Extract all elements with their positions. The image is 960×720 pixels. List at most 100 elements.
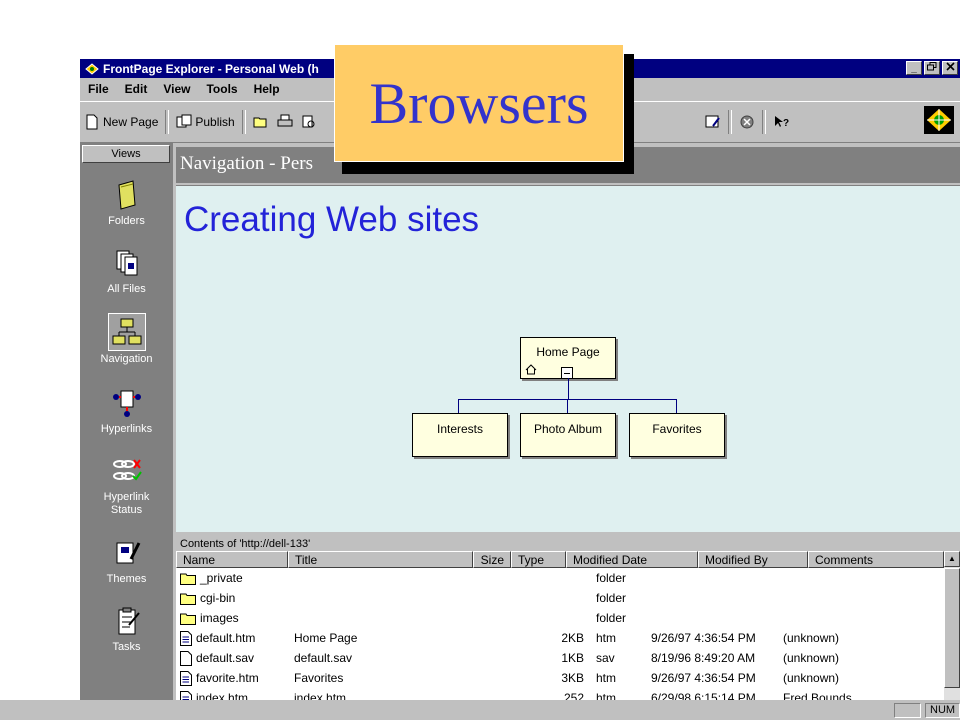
hyperlink-status-icon: [112, 459, 142, 481]
column-header-size[interactable]: Size: [473, 551, 511, 568]
table-row[interactable]: images folder: [176, 608, 944, 628]
file-name: favorite.htm: [196, 671, 259, 685]
menu-view[interactable]: View: [155, 82, 198, 96]
all-files-icon: [116, 250, 137, 276]
views-header: Views: [82, 145, 170, 163]
page-box-favorites[interactable]: Favorites: [629, 413, 725, 457]
cell-name: cgi-bin: [176, 591, 288, 605]
editor-icon: [705, 115, 720, 128]
cell-name: images: [176, 611, 288, 625]
view-tasks[interactable]: Tasks: [80, 605, 173, 653]
page-box-interests[interactable]: Interests: [412, 413, 508, 457]
cell-modified-by: (unknown): [783, 651, 840, 665]
cell-name: _private: [176, 571, 288, 585]
table-row[interactable]: _private folder: [176, 568, 944, 588]
cell-size: 2KB: [561, 631, 584, 645]
open-button[interactable]: [249, 109, 273, 135]
show-editor-button[interactable]: [701, 109, 725, 135]
table-row[interactable]: default.htm Home Page 2KB htm 9/26/97 4:36:5…: [176, 628, 944, 648]
status-num: NUM: [925, 703, 960, 718]
view-label: Hyperlinks: [100, 423, 153, 435]
view-hyperlinks[interactable]: Hyperlinks: [80, 387, 173, 435]
column-header-type[interactable]: Type: [511, 551, 566, 568]
contents-pane: Contents of 'http://dell-133' Name Title…: [176, 535, 960, 720]
column-header-title[interactable]: Title: [288, 551, 473, 568]
cell-modified-by: (unknown): [783, 631, 840, 645]
page-box-photo-album[interactable]: Photo Album: [520, 413, 616, 457]
file-name: default.htm: [196, 631, 256, 645]
contents-caption: Contents of 'http://dell-133': [180, 538, 311, 550]
menu-edit[interactable]: Edit: [117, 82, 156, 96]
new-page-icon: [86, 114, 98, 130]
tree-connector: [458, 399, 459, 413]
htm-icon: [180, 630, 192, 646]
minimize-button[interactable]: _: [906, 61, 922, 75]
print-preview-button[interactable]: [297, 109, 321, 135]
toolbar-separator: [761, 110, 766, 134]
page-label: Photo Album: [533, 422, 603, 436]
tree-connector: [676, 399, 677, 413]
collapse-toggle[interactable]: [561, 367, 573, 379]
page-label: Favorites: [652, 422, 702, 436]
home-page-box[interactable]: Home Page: [520, 337, 616, 379]
file-name: images: [200, 611, 239, 625]
stop-icon: [740, 115, 754, 129]
cell-size: 3KB: [561, 671, 584, 685]
view-themes[interactable]: Themes: [80, 537, 173, 585]
scroll-up-button[interactable]: ▲: [944, 551, 960, 567]
table-row[interactable]: default.sav default.sav 1KB sav 8/19/96 8:49…: [176, 648, 944, 668]
print-preview-icon: [302, 115, 315, 128]
column-header-modified-date[interactable]: Modified Date: [566, 551, 698, 568]
column-header-modified-by[interactable]: Modified By: [698, 551, 808, 568]
file-name: default.sav: [196, 651, 255, 665]
window-controls: _: [904, 61, 958, 75]
cell-type: htm: [596, 671, 617, 685]
cell-title: Favorites: [294, 671, 344, 685]
menu-help[interactable]: Help: [246, 82, 288, 96]
menu-tools[interactable]: Tools: [198, 82, 245, 96]
view-hyperlink-status[interactable]: Hyperlink Status: [80, 455, 173, 517]
restore-button[interactable]: [924, 61, 940, 75]
print-button[interactable]: [273, 109, 297, 135]
column-header-comments[interactable]: Comments: [808, 551, 944, 568]
folder-icon: [180, 592, 196, 605]
toolbar-separator: [727, 110, 732, 134]
folder-icon: [180, 572, 196, 585]
view-folders[interactable]: Folders: [80, 179, 173, 227]
menu-file[interactable]: File: [80, 82, 117, 96]
table-row[interactable]: cgi-bin folder: [176, 588, 944, 608]
vertical-scrollbar[interactable]: ▲ ▼: [944, 551, 960, 720]
tasks-icon: [118, 607, 140, 635]
publish-icon: [176, 114, 192, 128]
view-label: Hyperlink Status: [103, 491, 150, 516]
close-button[interactable]: [942, 61, 958, 75]
view-navigation[interactable]: Navigation: [80, 313, 173, 365]
home-page-label: Home Page: [536, 345, 600, 359]
new-page-button[interactable]: New Page: [80, 109, 162, 135]
navigation-title: Creating Web sites: [184, 200, 480, 239]
table-row[interactable]: favorite.htm Favorites 3KB htm 9/26/97 4:36:…: [176, 668, 944, 688]
view-label: Tasks: [112, 641, 141, 653]
file-name: _private: [200, 571, 243, 585]
cell-type: folder: [596, 571, 627, 585]
frontpage-app-icon: [84, 62, 100, 76]
file-list: _private folder cgi-bin folder images folder d…: [176, 568, 944, 720]
cell-modified-date: 9/26/97 4:36:54 PM: [651, 671, 756, 685]
view-all-files[interactable]: All Files: [80, 247, 173, 295]
htm-icon: [180, 670, 192, 686]
stop-button[interactable]: [735, 109, 759, 135]
help-button[interactable]: ?: [769, 109, 793, 135]
column-header-name[interactable]: Name: [176, 551, 288, 568]
window-title: FrontPage Explorer - Personal Web (h: [103, 61, 319, 76]
publish-button[interactable]: Publish: [172, 109, 238, 135]
view-label: All Files: [107, 283, 146, 295]
svg-text:?: ?: [783, 118, 789, 129]
cell-name: default.htm: [176, 630, 288, 646]
navigation-pane[interactable]: Creating Web sites Home Page Interests P…: [176, 185, 960, 532]
toolbar-separator: [165, 110, 170, 134]
view-label: Themes: [106, 573, 147, 585]
cell-type: htm: [596, 631, 617, 645]
cell-title: default.sav: [294, 651, 353, 665]
slide-title: Browsers: [334, 44, 624, 162]
scroll-thumb[interactable]: [944, 568, 960, 688]
